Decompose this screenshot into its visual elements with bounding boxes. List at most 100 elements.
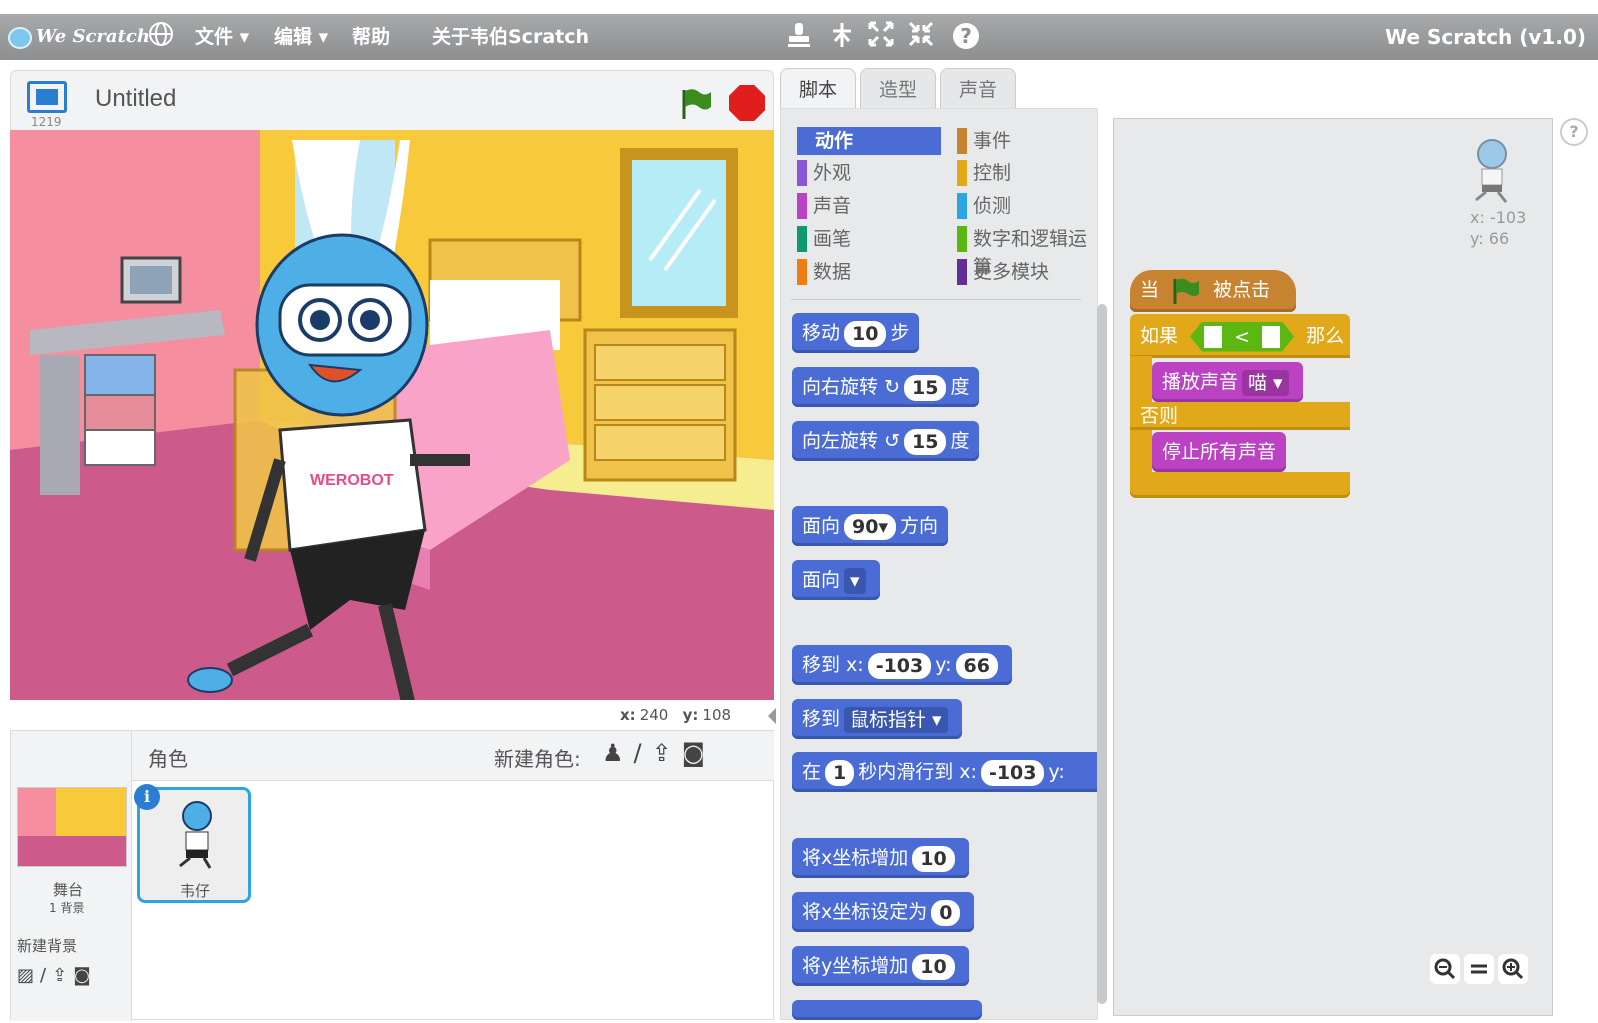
stage-canvas[interactable]: WEROBOT [10, 130, 774, 700]
mouse-y: 108 [702, 706, 732, 724]
edit-menu[interactable]: 编辑 ▾ [274, 14, 328, 60]
block-change-y[interactable]: 将y坐标增加 10 [792, 946, 969, 986]
palette-scrollbar[interactable] [1097, 304, 1107, 1004]
play-sound-block[interactable]: 播放声音喵 ▾ [1152, 362, 1303, 402]
y-change-input[interactable]: 10 [912, 953, 955, 980]
upload-backdrop-icon[interactable]: ⇪ [52, 965, 73, 986]
block-goto-xy[interactable]: 移到 x: -103 y: 66 [792, 645, 1012, 685]
shrink-icon[interactable] [906, 21, 936, 51]
block-glide[interactable]: 在 1 秒内滑行到 x: -103 y: [792, 752, 1102, 792]
tab-sounds[interactable]: 声音 [940, 68, 1016, 110]
help-menu[interactable]: 帮助 [352, 14, 390, 60]
else-label: 否则 [1130, 402, 1350, 430]
block-goto[interactable]: 移到 鼠标指针 ▾ [792, 699, 962, 739]
block-set-x[interactable]: 将x坐标设定为 0 [792, 892, 975, 932]
block-text: 停止所有声音 [1162, 441, 1277, 463]
category-pen[interactable]: 画笔 [797, 225, 941, 253]
stop-all-sounds-block[interactable]: 停止所有声音 [1152, 432, 1287, 472]
stage-header: 1219 Untitled [10, 70, 774, 130]
scripts-area[interactable] [1113, 118, 1553, 1016]
sound-dropdown[interactable]: 喵 ▾ [1242, 369, 1289, 396]
tab-scripts[interactable]: 脚本 [780, 68, 856, 110]
block-change-x[interactable]: 将x坐标增加 10 [792, 838, 969, 878]
paint-sprite-icon[interactable]: ∕ [634, 739, 652, 767]
camera-backdrop-icon[interactable]: ◙ [73, 965, 96, 986]
block-text: y: [935, 654, 952, 676]
seconds-input[interactable]: 1 [825, 759, 855, 786]
category-motion[interactable]: 动作 [797, 127, 941, 155]
globe-icon[interactable] [146, 21, 176, 51]
operand-right-input[interactable] [1262, 326, 1280, 348]
category-operators[interactable]: 数字和逻辑运算 [957, 225, 1101, 278]
if-else-block[interactable]: 如果 < 那么 [1130, 314, 1350, 358]
sprite-thumbnail-weizai[interactable]: i 韦仔 [134, 784, 251, 903]
mouse-x-label: x: [620, 706, 636, 724]
category-sensing[interactable]: 侦测 [957, 192, 1101, 220]
camera-sprite-icon[interactable]: ◙ [682, 739, 715, 767]
block-text: 播放声音 [1162, 371, 1239, 393]
category-looks[interactable]: 外观 [797, 159, 941, 187]
help-question-icon[interactable]: ? [1560, 118, 1588, 146]
steps-input[interactable]: 10 [844, 320, 887, 347]
block-text: 将x坐标设定为 [802, 901, 928, 923]
collapse-stage-icon[interactable] [768, 708, 776, 724]
paint-backdrop-icon[interactable]: ∕ [40, 965, 52, 986]
category-more-blocks[interactable]: 更多模块 [957, 258, 1101, 286]
less-than-operator[interactable]: < [1190, 322, 1294, 352]
category-control[interactable]: 控制 [957, 159, 1101, 187]
x-change-input[interactable]: 10 [912, 845, 955, 872]
logo-icon[interactable] [8, 27, 32, 49]
upload-sprite-icon[interactable]: ⇪ [652, 739, 682, 767]
block-turn-right[interactable]: 向右旋转 ↻ 15 度 [792, 367, 980, 407]
zoom-out-icon[interactable] [1430, 954, 1460, 984]
block-text: 将x坐标增加 [802, 847, 909, 869]
rotate-ccw-icon: ↺ [884, 430, 900, 452]
category-data[interactable]: 数据 [797, 258, 941, 286]
shirt-text: WEROBOT [310, 472, 394, 489]
x-input[interactable]: -103 [980, 759, 1045, 786]
zoom-reset-icon[interactable] [1464, 954, 1494, 984]
app-title: We Scratch (v1.0) [1385, 25, 1586, 49]
stage-thumbnail[interactable] [17, 787, 127, 867]
file-menu[interactable]: 文件 ▾ [195, 14, 249, 60]
backdrop-library-icon[interactable]: ▨ [17, 965, 40, 986]
direction-input[interactable]: 90▾ [844, 513, 896, 540]
block-point-direction[interactable]: 面向 90▾ 方向 [792, 506, 949, 546]
fullscreen-icon[interactable] [27, 81, 67, 113]
about-menu[interactable]: 关于韦伯Scratch [432, 14, 589, 60]
project-title[interactable]: Untitled [95, 85, 176, 113]
zoom-in-icon[interactable] [1498, 954, 1528, 984]
x-input[interactable]: -103 [867, 652, 932, 679]
block-partial[interactable] [792, 1000, 982, 1020]
when-flag-clicked-block[interactable]: 当 被点击 [1130, 270, 1296, 312]
block-move-steps[interactable]: 移动 10 步 [792, 313, 920, 353]
block-text: 如果 [1140, 325, 1179, 347]
degrees-input[interactable]: 15 [903, 428, 947, 455]
logo-text[interactable]: We Scratch [36, 14, 150, 60]
goto-dropdown[interactable]: 鼠标指针 ▾ [844, 706, 948, 733]
degrees-input[interactable]: 15 [903, 374, 947, 401]
delete-scissors-icon[interactable] [827, 21, 857, 51]
block-turn-left[interactable]: 向左旋转 ↺ 15 度 [792, 421, 980, 461]
operand-left-input[interactable] [1204, 326, 1222, 348]
y-input[interactable]: 66 [955, 652, 998, 679]
green-flag-icon[interactable] [679, 87, 713, 121]
sprite-weizai[interactable]: WEROBOT [170, 230, 480, 700]
sprite-x: x: -103 [1470, 208, 1526, 227]
block-point-towards[interactable]: 面向 ▾ [792, 560, 880, 600]
block-text: 那么 [1306, 325, 1345, 347]
duplicate-stamp-icon[interactable] [784, 21, 814, 51]
grow-icon[interactable] [866, 21, 896, 51]
sprites-title: 角色 [148, 747, 188, 771]
tab-costumes[interactable]: 造型 [860, 68, 936, 110]
sprite-library-icon[interactable]: ♟ [602, 739, 634, 767]
stop-button[interactable] [729, 85, 765, 121]
category-events[interactable]: 事件 [957, 127, 1101, 155]
x-set-input[interactable]: 0 [931, 899, 961, 926]
new-sprite-label: 新建角色: [494, 747, 581, 771]
towards-dropdown[interactable]: ▾ [844, 567, 866, 594]
info-icon[interactable]: i [134, 784, 160, 810]
category-sound[interactable]: 声音 [797, 192, 941, 220]
stage-selector[interactable]: 舞台 1 背景 新建背景 ▨∕⇪◙ [11, 731, 132, 1021]
help-icon[interactable]: ? [953, 23, 979, 49]
